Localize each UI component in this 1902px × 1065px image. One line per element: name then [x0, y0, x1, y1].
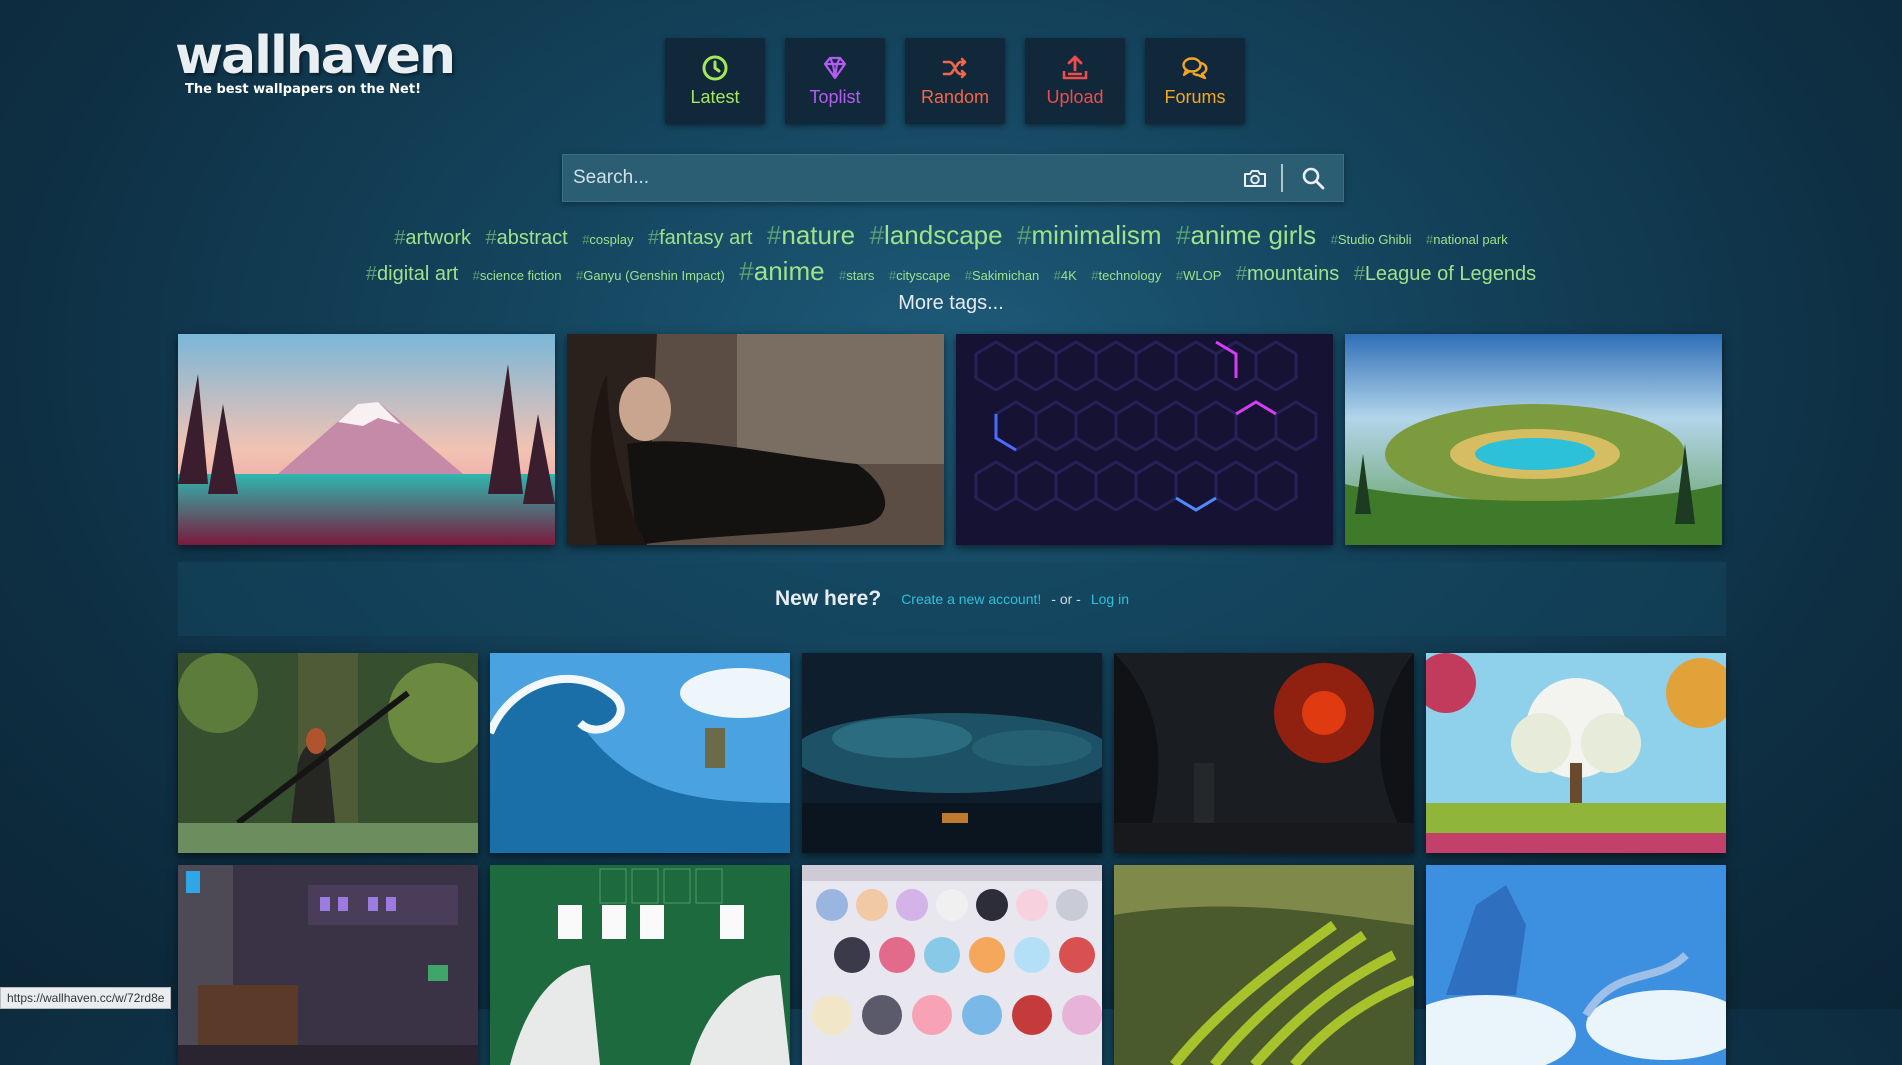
featured-thumbnail[interactable]: [567, 334, 944, 545]
great-wave-image: [490, 653, 790, 853]
featured-thumbnail[interactable]: [1345, 334, 1722, 545]
tag-link[interactable]: #nature: [767, 220, 855, 251]
tag-link[interactable]: #anime girls: [1176, 220, 1316, 251]
tag-link[interactable]: #stars: [839, 268, 874, 283]
nav-label: Toplist: [809, 87, 861, 107]
featured-thumbnail[interactable]: [178, 334, 555, 545]
tag-link[interactable]: #WLOP: [1176, 268, 1222, 283]
tag-link[interactable]: #minimalism: [1017, 220, 1161, 251]
shuffle-icon: [942, 57, 967, 79]
mountain-landscape-image: [178, 334, 555, 545]
create-account-link[interactable]: Create a new account!: [901, 591, 1041, 607]
tag-link[interactable]: #artwork: [394, 227, 471, 250]
new-here-text: New here?: [774, 587, 882, 610]
search-input[interactable]: [563, 166, 1229, 190]
logo[interactable]: wallhaven The best wallpapers on the Net…: [175, 28, 456, 97]
crater-lake-image: [1345, 334, 1722, 545]
nav-label: Random: [920, 87, 990, 107]
tag-link[interactable]: #digital art: [366, 263, 458, 286]
tag-link[interactable]: #science fiction: [473, 268, 562, 283]
tag-link[interactable]: #fantasy art: [648, 227, 753, 250]
tag-link[interactable]: #4K: [1054, 268, 1077, 283]
tag-link[interactable]: #Ganyu (Genshin Impact): [576, 268, 725, 283]
woman-portrait-image: [567, 334, 944, 545]
anime-group-image: [802, 865, 1102, 1065]
nav-label: Latest: [690, 87, 740, 107]
logo-tagline: The best wallpapers on the Net!: [185, 82, 421, 97]
tag-link[interactable]: #Studio Ghibli: [1331, 232, 1412, 247]
nav-latest-button[interactable]: Latest: [665, 38, 765, 124]
more-tags-link[interactable]: More tags...: [0, 292, 1902, 315]
popular-tags-row-2: #digital art #science fiction #Ganyu (Ge…: [0, 256, 1902, 287]
wallpaper-thumbnail[interactable]: [178, 653, 478, 853]
featured-thumbnail[interactable]: [956, 334, 1333, 545]
tag-link[interactable]: #anime: [739, 256, 824, 287]
nav-toplist-button[interactable]: Toplist: [785, 38, 885, 124]
wallpaper-thumbnail[interactable]: [802, 865, 1102, 1065]
signup-banner: New here? Create a new account! - or - L…: [178, 562, 1726, 636]
or-text: - or -: [1051, 591, 1081, 607]
sky-dragon-image: [1426, 865, 1726, 1065]
status-bar-url: https://wallhaven.cc/w/72rd8e: [0, 987, 172, 1009]
camera-icon: [1244, 170, 1266, 187]
tag-link[interactable]: #League of Legends: [1354, 263, 1536, 286]
diamond-icon: [823, 56, 847, 80]
tag-link[interactable]: #technology: [1091, 268, 1161, 283]
tag-link[interactable]: #Sakimichan: [965, 268, 1039, 283]
pixel-city-image: [178, 865, 478, 1065]
clock-icon: [702, 55, 728, 81]
wallpaper-thumbnail[interactable]: [490, 653, 790, 853]
search-icon: [1302, 167, 1325, 190]
search-button[interactable]: [1283, 155, 1343, 201]
rice-terraces-image: [1114, 865, 1414, 1065]
main-nav: Latest Toplist Random Upload Forums: [665, 38, 1245, 124]
tag-link[interactable]: #cosplay: [582, 232, 633, 247]
chat-icon: [1182, 57, 1208, 80]
dark-clouds-image: [802, 653, 1102, 853]
login-link[interactable]: Log in: [1091, 591, 1129, 607]
tag-link[interactable]: #landscape: [870, 220, 1003, 251]
tag-link[interactable]: #mountains: [1236, 263, 1339, 286]
image-search-button[interactable]: [1229, 155, 1281, 201]
wallpaper-grid: [178, 653, 1726, 1065]
forest-swordswoman-image: [178, 653, 478, 853]
search-divider: [1281, 164, 1283, 192]
wallpaper-thumbnail[interactable]: [178, 865, 478, 1065]
nav-label: Forums: [1164, 87, 1226, 107]
wallpaper-thumbnail[interactable]: [1114, 653, 1414, 853]
wallpaper-thumbnail[interactable]: [1426, 865, 1726, 1065]
search-bar: [562, 154, 1344, 202]
wallpaper-thumbnail[interactable]: [802, 653, 1102, 853]
featured-wallpapers: [178, 334, 1722, 545]
nav-random-button[interactable]: Random: [905, 38, 1005, 124]
tag-link[interactable]: #national park: [1426, 232, 1508, 247]
tag-link[interactable]: #abstract: [485, 227, 567, 250]
nav-upload-button[interactable]: Upload: [1025, 38, 1125, 124]
neon-hexagons-image: [956, 334, 1333, 545]
wallpaper-thumbnail[interactable]: [1426, 653, 1726, 853]
wallpaper-thumbnail[interactable]: [1114, 865, 1414, 1065]
tag-link[interactable]: #cityscape: [889, 268, 950, 283]
logo-title[interactable]: wallhaven: [175, 28, 456, 84]
wallpaper-thumbnail[interactable]: [490, 865, 790, 1065]
nav-forums-button[interactable]: Forums: [1145, 38, 1245, 124]
nav-label: Upload: [1046, 87, 1104, 107]
red-planet-image: [1114, 653, 1414, 853]
white-tree-image: [1426, 653, 1726, 853]
upload-icon: [1062, 55, 1088, 80]
solitaire-image: [490, 865, 790, 1065]
popular-tags-row-1: #artwork #abstract #cosplay #fantasy art…: [0, 220, 1902, 251]
